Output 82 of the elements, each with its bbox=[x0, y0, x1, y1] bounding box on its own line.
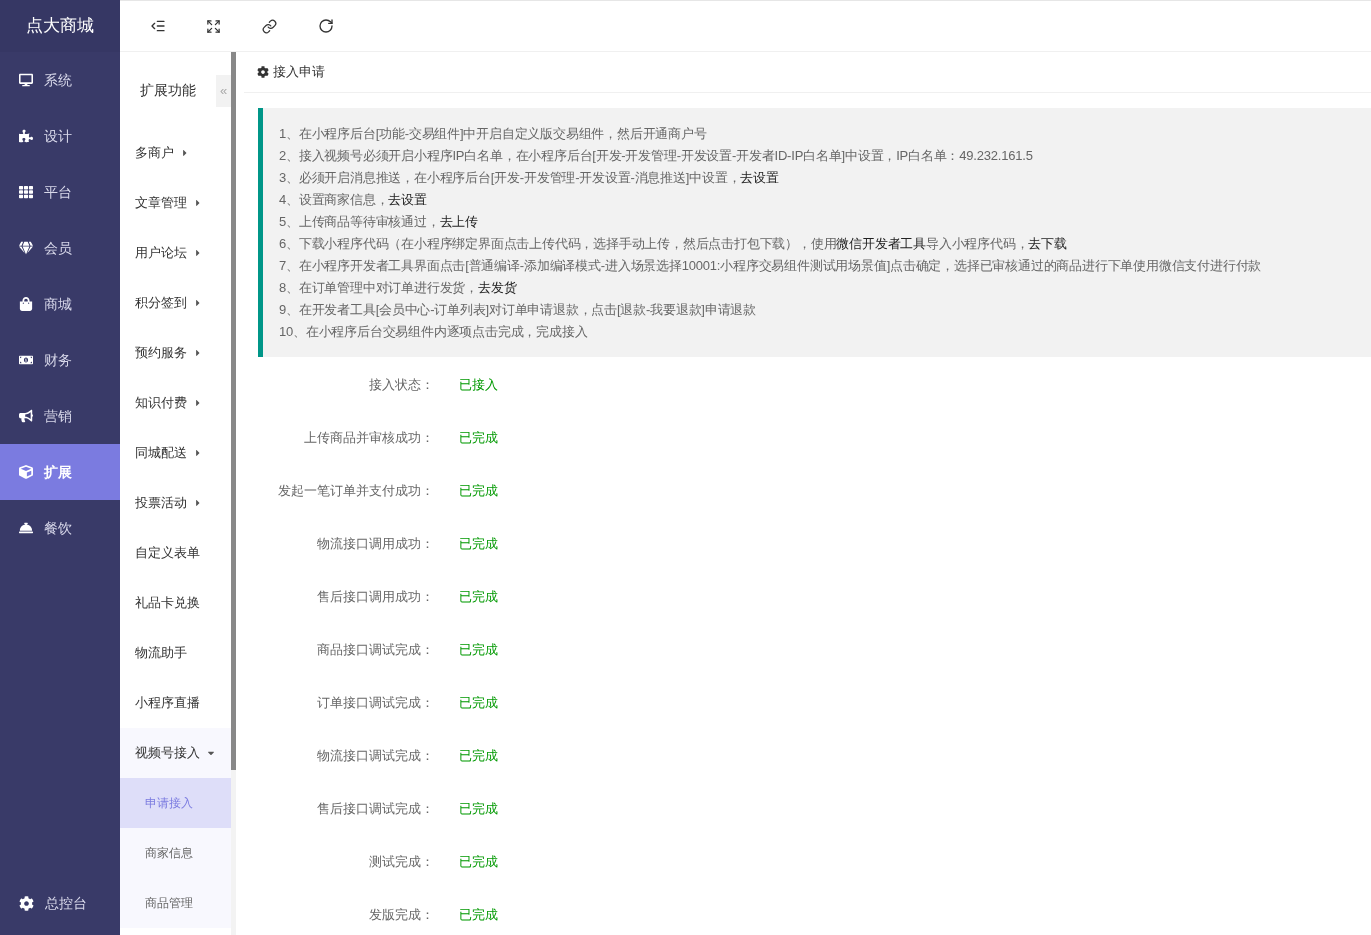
instruction-line: 8、在订单管理中对订单进行发货，去发货 bbox=[279, 279, 518, 297]
submenu-item[interactable]: 知识付费 bbox=[120, 378, 231, 428]
status-value: 已完成 bbox=[459, 906, 498, 924]
status-label: 接入状态： bbox=[368, 376, 434, 394]
submenu-item[interactable]: 文章管理 bbox=[120, 178, 231, 228]
instruction-line: 10、在小程序后台交易组件内逐项点击完成，完成接入 bbox=[279, 323, 589, 341]
status-label: 售后接口调试完成： bbox=[316, 800, 434, 818]
instruction-line: 6、下载小程序代码（在小程序绑定界面点击上传代码，选择手动上传，然后点击打包下载），使用微信开发者工具导入小程序代码，去下载 bbox=[279, 235, 1068, 253]
nav-item[interactable]: 平台 bbox=[0, 164, 120, 220]
status-value: 已完成 bbox=[459, 853, 498, 871]
nav-item[interactable]: 设计 bbox=[0, 108, 120, 164]
refresh-icon[interactable] bbox=[318, 18, 334, 34]
page-title: 接入申请 bbox=[273, 63, 325, 82]
instruction-line: 2、接入视频号必须开启小程序IP白名单，在小程序后台[开发-开发管理-开发设置-开发者ID-IP白名单]中设置，IP白名单：49.232.161.5 bbox=[279, 147, 1034, 165]
fullscreen-icon[interactable] bbox=[206, 18, 221, 34]
gem-icon bbox=[19, 241, 33, 255]
nav-item[interactable]: 餐饮 bbox=[0, 500, 120, 556]
status-value: 已接入 bbox=[459, 376, 498, 394]
instruction-line: 5、上传商品等待审核通过，去上传 bbox=[279, 213, 480, 231]
status-label: 上传商品并审核成功： bbox=[303, 429, 434, 447]
monitor-icon bbox=[19, 73, 33, 87]
grid-icon bbox=[19, 185, 33, 199]
bag-icon bbox=[19, 297, 33, 311]
instruction-link[interactable]: 去上传 bbox=[439, 214, 479, 229]
submenu-item[interactable]: 同城配送 bbox=[120, 428, 231, 478]
cube-icon bbox=[19, 465, 33, 479]
nav-item[interactable]: 会员 bbox=[0, 220, 120, 276]
submenu-item[interactable]: 积分签到 bbox=[120, 278, 231, 328]
puzzle-icon bbox=[19, 129, 33, 143]
status-label: 订单接口调试完成： bbox=[316, 694, 434, 712]
status-label: 物流接口调用成功： bbox=[316, 535, 434, 553]
status-value: 已完成 bbox=[459, 482, 498, 500]
nav-item[interactable]: 系统 bbox=[0, 52, 120, 108]
instruction-line: 3、必须开启消息推送，在小程序后台[开发-开发管理-开发设置-消息推送]中设置，去设置 bbox=[279, 169, 780, 187]
nav-item[interactable]: 商城 bbox=[0, 276, 120, 332]
megaphone-icon bbox=[19, 409, 33, 423]
instruction-link[interactable]: 去下载 bbox=[1028, 236, 1067, 251]
submenu-item[interactable]: 礼品卡兑换 bbox=[120, 578, 231, 628]
submenu-item[interactable]: 预约服务 bbox=[120, 328, 231, 378]
cloche-icon bbox=[19, 521, 33, 535]
instruction-link[interactable]: 微信开发者工具 bbox=[836, 236, 927, 251]
instruction-link[interactable]: 去设置 bbox=[740, 170, 779, 185]
instruction-line: 1、在小程序后台[功能-交易组件]中开启自定义版交易组件，然后开通商户号 bbox=[279, 125, 708, 143]
link-icon[interactable] bbox=[262, 18, 277, 34]
nav-item[interactable]: 营销 bbox=[0, 388, 120, 444]
status-label: 物流接口调试完成： bbox=[316, 747, 434, 765]
submenu-title: 扩展功能 bbox=[140, 80, 196, 100]
instruction-line: 4、设置商家信息，去设置 bbox=[279, 191, 428, 209]
status-label: 商品接口调试完成： bbox=[316, 641, 434, 659]
status-value: 已完成 bbox=[459, 641, 498, 659]
submenu-item[interactable]: 投票活动 bbox=[120, 478, 231, 528]
status-label: 售后接口调用成功： bbox=[316, 588, 434, 606]
instruction-link[interactable]: 去发货 bbox=[478, 280, 517, 295]
submenu-item[interactable]: 视频号接入 bbox=[120, 728, 231, 778]
menu-icon[interactable] bbox=[150, 18, 166, 34]
status-label: 测试完成： bbox=[368, 853, 434, 871]
submenu-item[interactable]: 物流助手 bbox=[120, 628, 231, 678]
submenu-item[interactable]: 多商户 bbox=[120, 128, 231, 178]
instruction-line: 9、在开发者工具[会员中心-订单列表]对订单申请退款，点击[退款-我要退款]申请退款 bbox=[279, 301, 757, 319]
status-value: 已完成 bbox=[459, 747, 498, 765]
settings-icon bbox=[257, 66, 269, 78]
status-value: 已完成 bbox=[459, 694, 498, 712]
nav-item[interactable]: 扩展 bbox=[0, 444, 120, 500]
status-label: 发版完成： bbox=[368, 906, 434, 924]
nav-item[interactable]: 总控台 bbox=[0, 875, 120, 931]
settings-icon bbox=[19, 895, 34, 911]
instruction-link[interactable]: 去设置 bbox=[388, 192, 427, 207]
instruction-line: 7、在小程序开发者工具界面点击[普通编译-添加编译模式-进入场景选择10001:小程序交易组件测试用场景值]点击确定，选择已审核通过的商品进行下单使用微信支付进行付款 bbox=[279, 257, 1263, 275]
status-label: 发起一笔订单并支付成功： bbox=[277, 482, 434, 500]
submenu-subitem[interactable]: 商品管理 bbox=[120, 878, 231, 928]
status-value: 已完成 bbox=[459, 535, 498, 553]
submenu-item[interactable]: 自定义表单 bbox=[120, 528, 231, 578]
submenu-item[interactable]: 用户论坛 bbox=[120, 228, 231, 278]
money-icon bbox=[19, 353, 33, 367]
nav-item[interactable]: 财务 bbox=[0, 332, 120, 388]
status-value: 已完成 bbox=[459, 588, 498, 606]
status-value: 已完成 bbox=[459, 800, 498, 818]
submenu-subitem[interactable]: 商家信息 bbox=[120, 828, 231, 878]
brand-logo: 点大商城 bbox=[0, 0, 120, 52]
status-value: 已完成 bbox=[459, 429, 498, 447]
submenu-item[interactable]: 小程序直播 bbox=[120, 678, 231, 728]
scrollbar-thumb[interactable] bbox=[231, 52, 236, 770]
